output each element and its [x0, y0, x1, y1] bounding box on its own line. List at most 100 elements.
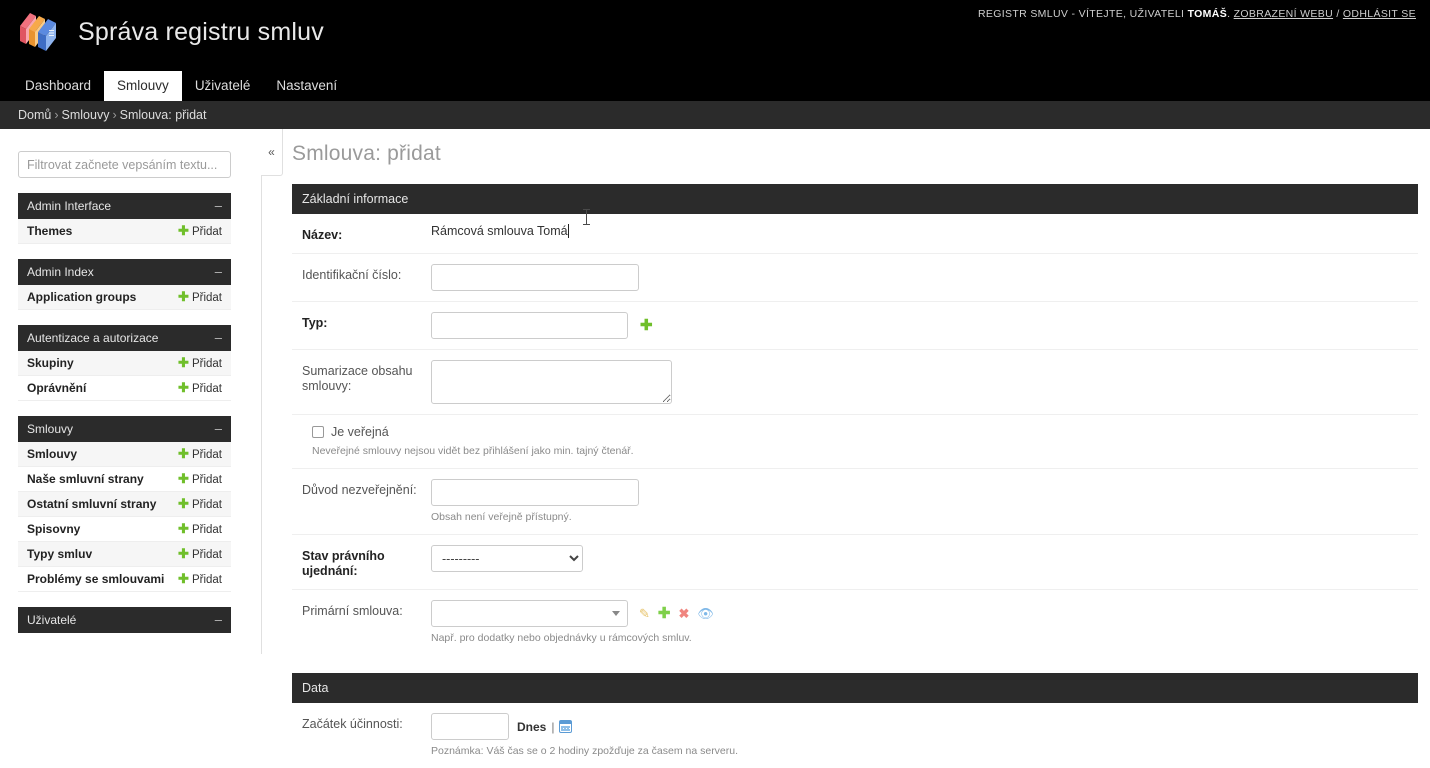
field-stav-wrap: ---------: [431, 545, 583, 572]
welcome-text: REGISTR SMLUV - VÍTEJTE, UŽIVATELI: [977, 8, 1185, 20]
today-link[interactable]: Dnes: [517, 720, 546, 734]
plus-icon: ✚: [178, 380, 189, 395]
label-duvod-nezverejneni: Důvod nezveřejnění:: [302, 483, 417, 497]
user-tools: REGISTR SMLUV - VÍTEJTE, UŽIVATELI TOMÁŠ…: [978, 8, 1416, 20]
plus-icon: ✚: [178, 571, 189, 586]
app-module-auth: Autentizace a autorizace – Skupiny ✚ Přid…: [18, 325, 231, 401]
typ-input[interactable]: [431, 312, 628, 339]
sidebar-filter-input[interactable]: [18, 151, 231, 178]
model-add-link[interactable]: ✚ Přidat: [178, 571, 222, 587]
sidebar-model-problemy-se-smlouvami[interactable]: Problémy se smlouvami ✚ Přidat: [18, 567, 231, 592]
model-link-label[interactable]: Ostatní smluvní strany: [27, 497, 156, 511]
view-site-link[interactable]: ZOBRAZENÍ WEBU: [1234, 8, 1333, 20]
model-link-label[interactable]: Spisovny: [27, 522, 80, 536]
app-module-uzivatele: Uživatelé –: [18, 607, 231, 633]
collapse-minus-icon[interactable]: –: [215, 199, 222, 212]
label-typ: Typ:: [302, 316, 328, 330]
sidebar-collapse-button[interactable]: «: [261, 129, 283, 176]
model-add-link[interactable]: ✚ Přidat: [178, 380, 222, 396]
sidebar-model-application-groups[interactable]: Application groups ✚ Přidat: [18, 285, 231, 310]
plus-icon: ✚: [178, 355, 189, 370]
nav-tab-smlouvy[interactable]: Smlouvy: [104, 71, 182, 101]
app-module-admin-interface: Admin Interface – Themes ✚ Přidat: [18, 193, 231, 244]
username: TOMÁŠ: [1187, 8, 1228, 20]
delete-x-icon[interactable]: ✖: [678, 607, 689, 620]
chevron-down-icon: [612, 611, 620, 616]
sidebar-model-nase-smluvni-strany[interactable]: Naše smluvní strany ✚ Přidat: [18, 467, 231, 492]
logout-link[interactable]: ODHLÁSIT SE: [1343, 8, 1416, 20]
model-link-label[interactable]: Smlouvy: [27, 447, 77, 461]
view-eye-icon[interactable]: 👁: [697, 607, 714, 620]
je-verejna-checkbox[interactable]: [312, 426, 324, 438]
model-add-link[interactable]: ✚ Přidat: [178, 355, 222, 371]
field-line: ---------: [431, 545, 583, 572]
field-duvod-wrap: Obsah není veřejně přístupný.: [431, 479, 639, 524]
fieldset-data: Data Začátek účinnosti: Dnes | Poznámka:…: [292, 673, 1418, 768]
help-zacatek-ucinnosti: Poznámka: Váš čas se o 2 hodiny zpožďuje…: [431, 745, 739, 757]
primarni-smlouva-select[interactable]: [431, 600, 628, 627]
breadcrumb-home[interactable]: Domů: [18, 108, 51, 122]
help-duvod-nezverejneni: Obsah není veřejně přístupný.: [431, 511, 572, 523]
sidebar-model-smlouvy[interactable]: Smlouvy ✚ Přidat: [18, 442, 231, 467]
model-add-link[interactable]: ✚ Přidat: [178, 471, 222, 487]
label-zacatek-ucinnosti: Začátek účinnosti:: [302, 717, 403, 731]
form-row-nazev: Název: Rámcová smlouva Tomá: [292, 214, 1418, 254]
form-row-je-verejna: Je veřejná Neveřejné smlouvy nejsou vidě…: [292, 415, 1418, 469]
nav-tab-dashboard[interactable]: Dashboard: [12, 71, 104, 101]
plus-icon[interactable]: ✚: [658, 606, 671, 621]
app-module-header[interactable]: Smlouvy –: [18, 416, 231, 442]
identifikacni-cislo-input[interactable]: [431, 264, 639, 291]
app-module-header[interactable]: Uživatelé –: [18, 607, 231, 633]
sidebar-model-typy-smluv[interactable]: Typy smluv ✚ Přidat: [18, 542, 231, 567]
plus-icon: ✚: [178, 446, 189, 461]
app-module-header[interactable]: Autentizace a autorizace –: [18, 325, 231, 351]
sidebar-model-spisovny[interactable]: Spisovny ✚ Přidat: [18, 517, 231, 542]
field-sumarizace-wrap: [431, 360, 672, 404]
nav-tab-nastaveni[interactable]: Nastavení: [263, 71, 350, 101]
app-module-header[interactable]: Admin Index –: [18, 259, 231, 285]
sidebar-model-ostatni-smluvni-strany[interactable]: Ostatní smluvní strany ✚ Přidat: [18, 492, 231, 517]
zacatek-ucinnosti-input[interactable]: [431, 713, 509, 740]
sidebar-filter-wrap: [0, 129, 261, 178]
breadcrumb-smlouvy[interactable]: Smlouvy: [62, 108, 110, 122]
app-module-title: Admin Interface: [27, 199, 112, 213]
model-link-label[interactable]: Application groups: [27, 290, 136, 304]
model-add-link[interactable]: ✚ Přidat: [178, 546, 222, 562]
add-label: Přidat: [191, 574, 222, 586]
plus-icon: ✚: [178, 546, 189, 561]
edit-pencil-icon[interactable]: ✎: [639, 607, 650, 620]
model-add-link[interactable]: ✚ Přidat: [178, 446, 222, 462]
nav-tab-uzivatele[interactable]: Uživatelé: [182, 71, 264, 101]
sumarizace-textarea[interactable]: [431, 360, 672, 404]
breadcrumb: Domů › Smlouvy › Smlouva: přidat: [0, 101, 1430, 129]
calendar-icon[interactable]: [559, 720, 573, 733]
today-separator: |: [551, 719, 555, 734]
label-nazev: Název:: [302, 228, 343, 242]
model-add-link[interactable]: ✚ Přidat: [178, 521, 222, 537]
model-link-label[interactable]: Problémy se smlouvami: [27, 572, 164, 586]
model-link-label[interactable]: Typy smluv: [27, 547, 92, 561]
collapse-minus-icon[interactable]: –: [215, 265, 222, 278]
collapse-minus-icon[interactable]: –: [215, 422, 222, 435]
sidebar-model-skupiny[interactable]: Skupiny ✚ Přidat: [18, 351, 231, 376]
model-link-label[interactable]: Themes: [27, 224, 72, 238]
checkbox-row-je-verejna[interactable]: Je veřejná: [312, 425, 634, 439]
collapse-minus-icon[interactable]: –: [215, 613, 222, 626]
stav-pravniho-ujednani-select[interactable]: ---------: [431, 545, 583, 572]
sidebar-model-opravneni[interactable]: Oprávnění ✚ Přidat: [18, 376, 231, 401]
collapse-minus-icon[interactable]: –: [215, 331, 222, 344]
fieldset-legend: Základní informace: [292, 184, 1418, 214]
typ-add-plus-icon[interactable]: ✚: [640, 318, 653, 333]
duvod-nezverejneni-input[interactable]: [431, 479, 639, 506]
model-link-label[interactable]: Oprávnění: [27, 381, 86, 395]
model-add-link[interactable]: ✚ Přidat: [178, 496, 222, 512]
breadcrumb-current: Smlouva: přidat: [119, 108, 207, 122]
model-link-label[interactable]: Skupiny: [27, 356, 74, 370]
form-row-identifikacni-cislo: Identifikační číslo:: [292, 254, 1418, 302]
model-add-link[interactable]: ✚ Přidat: [178, 223, 222, 239]
app-module-header[interactable]: Admin Interface –: [18, 193, 231, 219]
model-link-label[interactable]: Naše smluvní strany: [27, 472, 144, 486]
nazev-input[interactable]: Rámcová smlouva Tomá: [431, 224, 569, 238]
sidebar-model-themes[interactable]: Themes ✚ Přidat: [18, 219, 231, 244]
model-add-link[interactable]: ✚ Přidat: [178, 289, 222, 305]
